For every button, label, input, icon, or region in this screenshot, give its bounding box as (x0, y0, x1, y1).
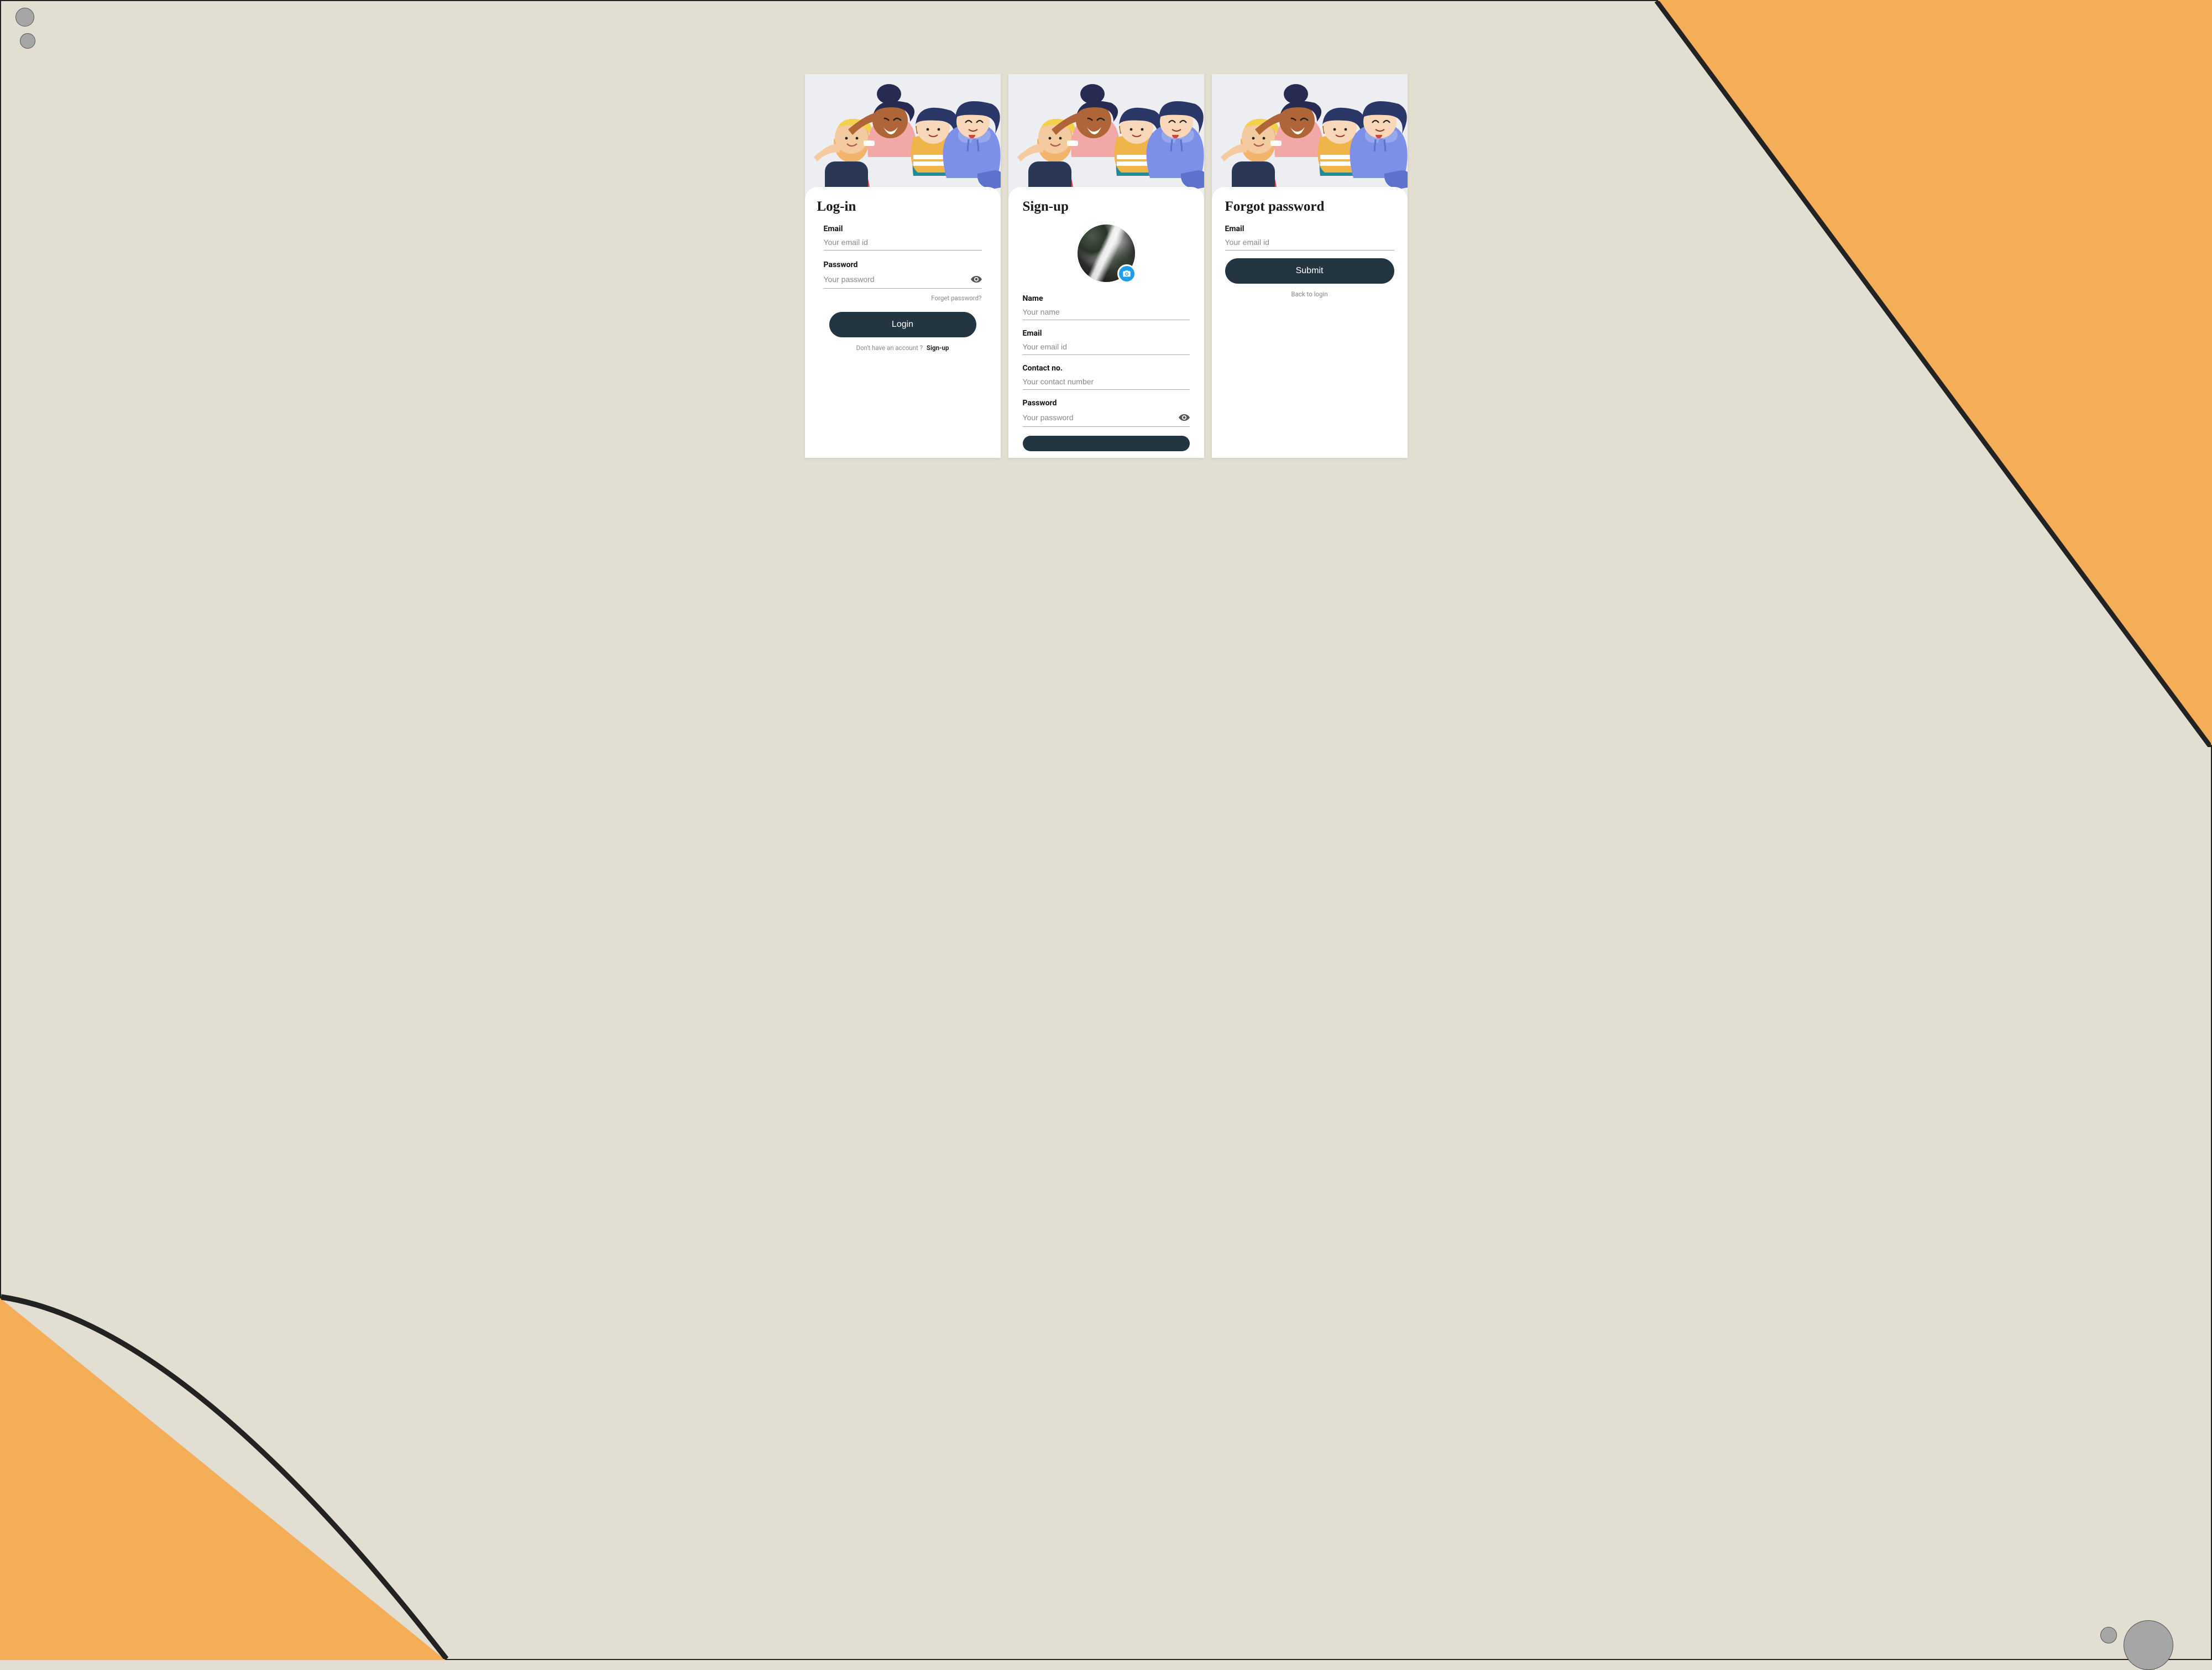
bg-circle-4 (2100, 1627, 2117, 1643)
email-label: Email (824, 225, 982, 233)
signup-link[interactable]: Sign-up (927, 344, 949, 352)
login-screen: Log-in Email Password Forget password? L… (805, 74, 1001, 458)
back-to-login-link[interactable]: Back to login (1225, 290, 1394, 298)
eye-icon[interactable] (1179, 412, 1190, 423)
forgot-password-link[interactable]: Forget password? (817, 294, 982, 302)
email-input[interactable] (824, 238, 982, 247)
signup-title: Sign-up (1023, 199, 1190, 215)
bg-orange-bl-outline (1, 963, 620, 1659)
password-input[interactable] (1023, 413, 1179, 422)
forgot-title: Forgot password (1225, 199, 1394, 215)
signup-screen: Sign-up Name Email Contact no. Passwor (1008, 74, 1204, 458)
name-label: Name (1023, 294, 1190, 303)
password-label: Password (824, 260, 982, 269)
submit-button[interactable]: Submit (1225, 258, 1394, 284)
signup-button[interactable] (1023, 436, 1190, 451)
email-label: Email (1225, 225, 1394, 233)
email-input[interactable] (1225, 238, 1394, 247)
hero-illustration (805, 74, 1001, 198)
bg-circle-3 (2124, 1620, 2173, 1670)
login-footer: Don't have an account ? Sign-up (817, 344, 989, 352)
name-input[interactable] (1023, 307, 1190, 316)
contact-input[interactable] (1023, 377, 1190, 386)
password-input[interactable] (824, 275, 971, 284)
password-label: Password (1023, 399, 1190, 408)
hero-illustration (1212, 74, 1408, 198)
email-input[interactable] (1023, 342, 1190, 351)
camera-icon[interactable] (1117, 264, 1136, 283)
login-title: Log-in (817, 199, 989, 215)
footer-text: Don't have an account ? (856, 344, 923, 352)
email-label: Email (1023, 329, 1190, 338)
contact-label: Contact no. (1023, 364, 1190, 373)
hero-illustration (1008, 74, 1204, 198)
forgot-password-screen: Forgot password Email Submit Back to log… (1212, 74, 1408, 458)
eye-icon[interactable] (971, 274, 982, 285)
login-button[interactable]: Login (829, 312, 976, 337)
